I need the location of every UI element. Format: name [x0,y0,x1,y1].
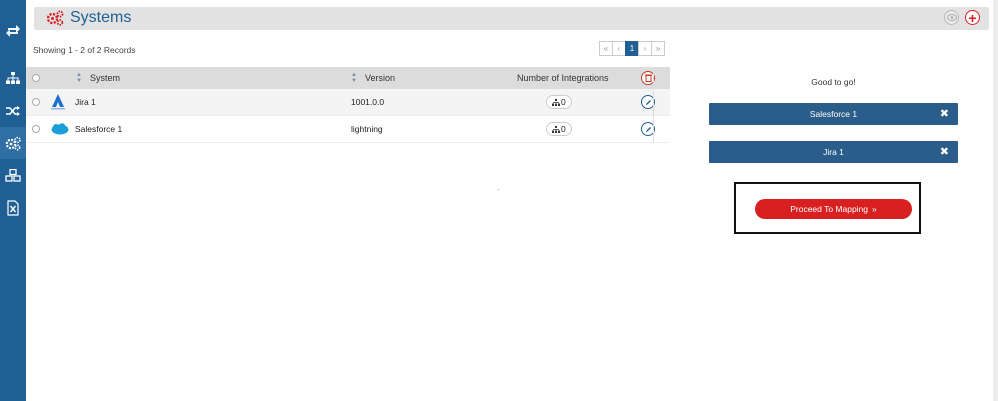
add-system-button[interactable]: + [965,10,980,25]
column-integrations: Number of Integrations [517,73,609,83]
salesforce-logo [51,116,69,142]
sort-icon: ▲ ▼ [351,72,357,84]
hierarchy-icon [552,98,560,106]
pagination: « ‹ 1 › » [599,41,665,56]
system-name: Jira 1 [75,97,96,107]
prev-page-button[interactable]: ‹ [612,41,626,56]
scrollbar[interactable] [993,0,998,401]
row-select-radio[interactable] [32,98,40,106]
chip-label: Jira 1 [823,147,844,157]
page-title: Systems [70,9,132,26]
status-message: Good to go! [811,77,856,87]
excel-file-icon[interactable] [0,192,26,224]
gears-icon [46,10,64,31]
shuffle-icon[interactable] [0,95,26,127]
page-header: Systems + [34,7,989,30]
system-version: lightning [351,124,383,134]
selected-system-chip: Salesforce 1 ✖ [709,103,958,125]
system-version: 1001.0.0 [351,97,385,107]
sync-icon[interactable] [0,14,26,46]
last-page-button[interactable]: » [651,41,665,56]
gears-icon[interactable] [0,127,26,159]
integrations-count[interactable]: 0 [546,95,572,109]
remove-icon[interactable]: ✖ [940,146,949,158]
select-all-radio[interactable] [32,74,40,82]
proceed-label: Proceed To Mapping [790,204,869,214]
jira-logo [51,89,65,115]
left-sidebar [0,0,26,401]
selected-system-chip: Jira 1 ✖ [709,141,958,163]
divider-dot [498,189,499,190]
page-1-button[interactable]: 1 [625,41,639,56]
next-page-button[interactable]: › [638,41,652,56]
cubes-icon[interactable] [0,160,26,192]
table-row[interactable]: Salesforce 1 lightning 0 [26,116,670,143]
double-chevron-right-icon: » [872,204,877,214]
remove-icon[interactable]: ✖ [940,108,949,120]
system-name: Salesforce 1 [75,124,123,134]
records-count: Showing 1 - 2 of 2 Records [33,45,136,55]
systems-table: ▲ ▼ System ▲ ▼ Version Number of Integration… [26,67,670,143]
column-divider [653,67,654,143]
column-system[interactable]: ▲ ▼ System [76,67,120,89]
column-version[interactable]: ▲ ▼ Version [351,67,395,89]
table-header: ▲ ▼ System ▲ ▼ Version Number of Integration… [26,67,670,89]
sort-icon: ▲ ▼ [76,72,82,84]
chip-label: Salesforce 1 [809,109,858,119]
eye-icon[interactable] [944,10,959,25]
table-row[interactable]: Jira 1 1001.0.0 0 [26,89,670,116]
integrations-count[interactable]: 0 [546,122,572,136]
hierarchy-icon[interactable] [0,62,26,94]
first-page-button[interactable]: « [599,41,613,56]
row-select-radio[interactable] [32,125,40,133]
hierarchy-icon [552,125,560,133]
proceed-to-mapping-button[interactable]: Proceed To Mapping » [755,199,912,219]
